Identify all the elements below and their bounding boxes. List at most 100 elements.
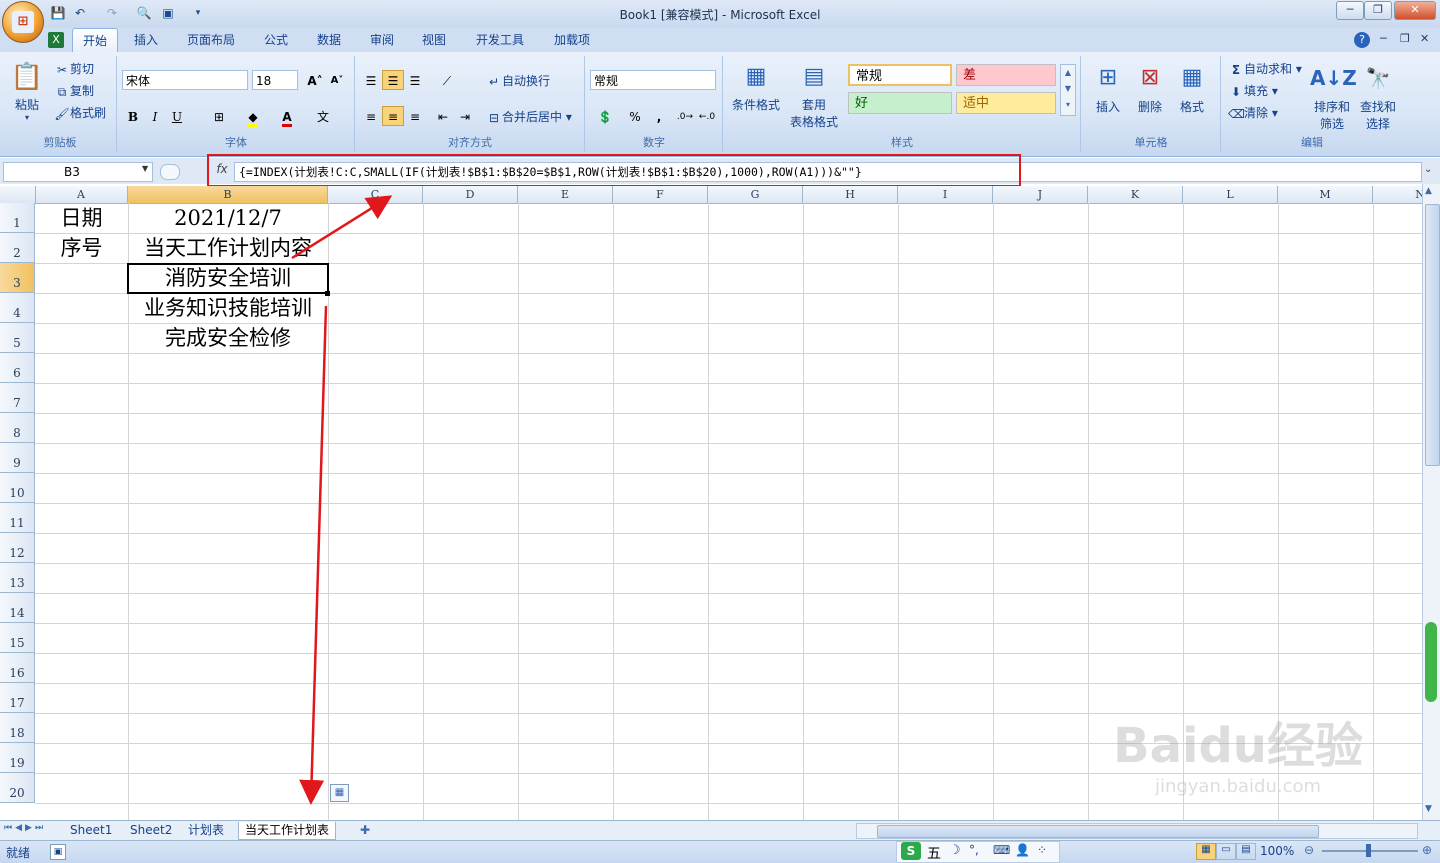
delete-cells-button[interactable]: ⊠ 删除	[1130, 58, 1170, 115]
align-right-icon[interactable]: ≡	[404, 106, 426, 126]
macro-record-icon[interactable]: ▣	[50, 844, 66, 860]
baidu-watermark: Baidu经验 jingyan.baidu.com	[1108, 706, 1368, 816]
zoom-level[interactable]: 100%	[1260, 844, 1294, 858]
scroll-indicator	[1425, 622, 1437, 702]
font-color-icon[interactable]: A	[276, 106, 298, 127]
scissors-icon: ✂	[56, 62, 68, 77]
sheet-tab-sheet1[interactable]: Sheet1	[64, 822, 118, 839]
clipboard-icon: 📋	[10, 62, 44, 92]
expand-formula-bar-icon[interactable]: ⌄	[1424, 164, 1432, 175]
tab-home[interactable]: 开始	[72, 28, 118, 53]
sort-filter-button[interactable]: A↓Z 排序和 筛选	[1310, 58, 1357, 132]
ribbon-restore-icon[interactable]: ❐	[1400, 32, 1410, 45]
scroll-up-icon[interactable]: ▲	[1425, 186, 1432, 196]
style-good[interactable]: 好	[848, 92, 952, 114]
format-painter-button[interactable]: 🖌格式刷	[54, 104, 106, 122]
tab-developer[interactable]: 开发工具	[468, 28, 532, 52]
align-left-icon[interactable]: ≡	[360, 106, 382, 126]
fill-button[interactable]: ⬇ 填充 ▾	[1228, 82, 1278, 100]
worksheet-grid[interactable]: A B C D E F G H I J K L M N 1 2 3 4 5 6 …	[0, 186, 1422, 820]
vertical-scroll-thumb[interactable]	[1425, 204, 1440, 466]
normal-view-icon[interactable]: ▦	[1196, 843, 1216, 860]
sheet-tab-plan[interactable]: 计划表	[182, 822, 230, 839]
bold-button[interactable]: B	[122, 106, 144, 126]
decrease-decimal-icon[interactable]: ←.0	[696, 106, 718, 126]
style-bad[interactable]: 差	[956, 64, 1056, 86]
tab-data[interactable]: 数据	[307, 28, 351, 52]
find-select-button[interactable]: 🔭 查找和 选择	[1356, 58, 1400, 132]
number-format-select[interactable]: 常规	[590, 70, 716, 90]
horizontal-scroll-thumb[interactable]	[877, 825, 1319, 838]
zoom-slider-thumb[interactable]	[1366, 844, 1371, 857]
user-icon[interactable]: 👤	[1015, 843, 1030, 857]
format-as-table-button[interactable]: ▤ 套用 表格格式	[786, 58, 842, 130]
italic-button[interactable]: I	[144, 106, 166, 126]
sogou-ime-icon[interactable]: S	[901, 842, 921, 860]
fill-color-icon[interactable]: ◆	[242, 106, 264, 127]
increase-indent-icon[interactable]: ⇥	[454, 106, 476, 126]
copy-button[interactable]: ⧉ 复制	[54, 82, 94, 100]
minimize-button[interactable]: ─	[1336, 1, 1364, 20]
style-neutral[interactable]: 适中	[956, 92, 1056, 114]
phonetic-icon[interactable]: 文	[312, 106, 334, 126]
name-box-dropdown-icon[interactable]: ▼	[142, 164, 148, 173]
clear-button[interactable]: ⌫清除 ▾	[1228, 104, 1278, 122]
ribbon-close-icon[interactable]: ✕	[1420, 32, 1429, 45]
ribbon-minimize-icon[interactable]: ─	[1380, 32, 1387, 45]
ime-mode[interactable]: 五	[927, 843, 941, 863]
insert-sheet-icon[interactable]: ✚	[360, 823, 370, 837]
align-middle-icon[interactable]: ☰	[382, 70, 404, 90]
font-size-select[interactable]: 18	[252, 70, 298, 90]
page-break-view-icon[interactable]: ▤	[1236, 843, 1256, 860]
underline-button[interactable]: U	[166, 106, 188, 126]
style-normal[interactable]: 常规	[848, 64, 952, 86]
office-button[interactable]: ⊞	[2, 1, 44, 43]
align-top-icon[interactable]: ☰	[360, 70, 382, 90]
comma-button[interactable]: ,	[648, 106, 670, 126]
help-icon[interactable]: ?	[1354, 32, 1370, 48]
name-box[interactable]: B3	[3, 162, 153, 182]
autosum-button[interactable]: Σ 自动求和 ▾	[1228, 60, 1302, 78]
conditional-format-button[interactable]: ▦ 条件格式	[728, 58, 784, 113]
merge-center-button[interactable]: ⊟ 合并后居中 ▾	[486, 108, 572, 126]
zoom-out-icon[interactable]: ⊖	[1304, 843, 1314, 857]
decrease-indent-icon[interactable]: ⇤	[432, 106, 454, 126]
currency-icon[interactable]: 💲	[590, 106, 620, 126]
sheet-nav-icons[interactable]: ⏮◀▶⏭	[4, 823, 46, 833]
maximize-button[interactable]: ❐	[1364, 1, 1392, 20]
moon-icon[interactable]: ☽	[949, 843, 961, 858]
close-button[interactable]: ✕	[1394, 1, 1436, 20]
increase-decimal-icon[interactable]: .0→	[674, 106, 696, 126]
tab-review[interactable]: 审阅	[360, 28, 404, 52]
align-bottom-icon[interactable]: ☰	[404, 70, 426, 90]
styles-scroll-icon[interactable]: ▲ ▼ ▾	[1060, 64, 1076, 116]
formula-bar-toggle-icon[interactable]	[160, 164, 180, 180]
insert-cells-button[interactable]: ⊞ 插入	[1088, 58, 1128, 115]
sheet-tab-sheet2[interactable]: Sheet2	[124, 822, 178, 839]
border-icon[interactable]: ⊞	[208, 106, 230, 126]
keyboard-icon[interactable]: ⌨	[993, 843, 1010, 857]
orientation-icon[interactable]: ⟋	[436, 70, 458, 90]
punctuation-icon[interactable]: °,	[969, 843, 979, 857]
sheet-tab-daily-plan[interactable]: 当天工作计划表	[238, 822, 337, 840]
apps-icon[interactable]: ⁘	[1037, 843, 1047, 857]
cut-button[interactable]: ✂ 剪切	[54, 60, 94, 78]
percent-button[interactable]: %	[624, 106, 646, 126]
tab-formulas[interactable]: 公式	[254, 28, 298, 52]
paste-button[interactable]: 📋 粘贴 ▾	[10, 58, 44, 122]
tab-page-layout[interactable]: 页面布局	[180, 28, 242, 52]
shrink-font-icon[interactable]: A˅	[326, 70, 348, 90]
format-cells-button[interactable]: ▦ 格式	[1172, 58, 1212, 115]
page-layout-view-icon[interactable]: ▭	[1216, 843, 1236, 860]
vertical-scrollbar[interactable]: ▲ ▼	[1422, 184, 1440, 820]
wrap-text-button[interactable]: ↵ 自动换行	[486, 72, 550, 90]
tab-insert[interactable]: 插入	[124, 28, 168, 52]
align-center-icon[interactable]: ≡	[382, 106, 404, 126]
zoom-in-icon[interactable]: ⊕	[1422, 843, 1432, 857]
font-name-select[interactable]: 宋体	[122, 70, 248, 90]
scroll-down-icon[interactable]: ▼	[1425, 804, 1432, 814]
tab-addins[interactable]: 加载项	[544, 28, 600, 52]
horizontal-scrollbar[interactable]	[856, 823, 1418, 839]
tab-view[interactable]: 视图	[412, 28, 456, 52]
grow-font-icon[interactable]: A˄	[304, 70, 326, 90]
